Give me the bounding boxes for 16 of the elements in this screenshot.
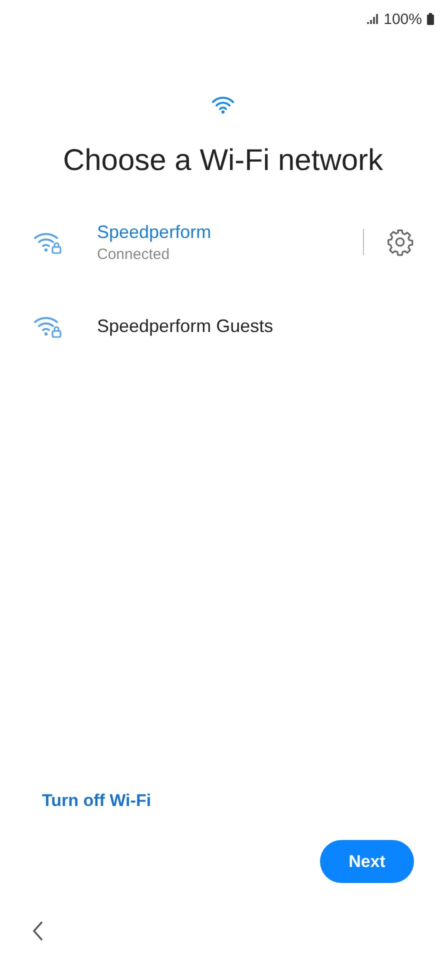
network-name: Speedperform Guests [97,316,274,336]
network-status: Connected [97,246,171,262]
wifi-lock-icon [33,314,63,338]
battery-icon [427,13,434,25]
signal-icon [366,14,379,24]
battery-level: 100% [384,10,422,28]
network-item[interactable]: Speedperform Guests [0,304,446,348]
network-item[interactable]: Speedperform Connected [0,220,446,264]
next-button[interactable]: Next [320,840,414,883]
wifi-icon [211,96,235,114]
page-title: Choose a Wi-Fi network [62,144,384,178]
network-name: Speedperform [97,222,212,242]
back-icon[interactable] [32,920,44,942]
turn-off-wifi-link[interactable]: Turn off Wi-Fi [42,791,152,811]
settings-icon[interactable] [386,228,414,256]
wifi-lock-icon [33,230,63,254]
